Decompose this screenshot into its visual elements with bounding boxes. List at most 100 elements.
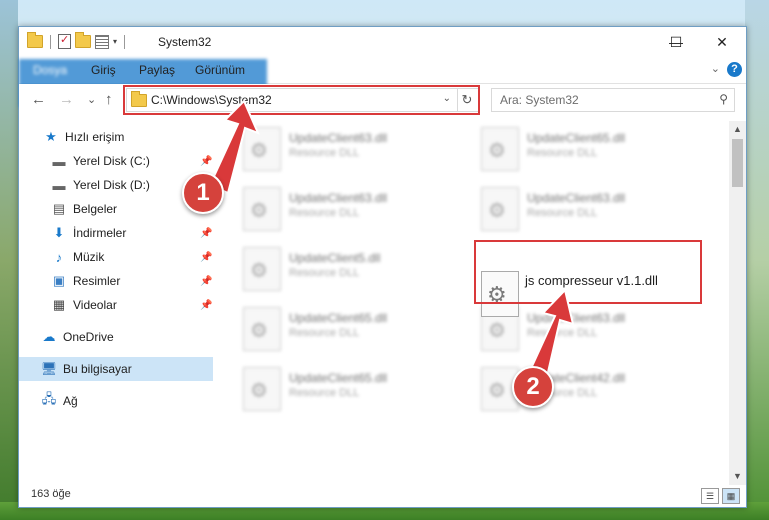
music-icon: ♪: [55, 249, 63, 265]
properties-icon[interactable]: [58, 33, 71, 49]
vertical-scrollbar[interactable]: ▲ ▼: [729, 121, 746, 485]
scroll-thumb[interactable]: [732, 139, 743, 187]
customize-toolbar-icon[interactable]: ▾: [113, 37, 117, 46]
list-item[interactable]: UpdateClient63.dll Resource DLL: [243, 185, 463, 233]
network-icon: 🖧: [41, 391, 57, 406]
sidebar-item-label: OneDrive: [63, 330, 114, 344]
sidebar-item-label: Hızlı erişim: [65, 130, 125, 144]
forward-button[interactable]: →: [59, 91, 74, 108]
tab-share[interactable]: Paylaş: [129, 59, 185, 81]
file-type: Resource DLL: [289, 147, 360, 159]
sidebar-item-label: Yerel Disk (D:): [73, 178, 150, 192]
dll-file-icon: [481, 271, 519, 317]
computer-icon: 🖥: [40, 361, 58, 376]
folder-icon: [27, 32, 43, 48]
file-name: UpdateClient65.dll: [527, 131, 626, 145]
search-box[interactable]: ⚲: [491, 88, 735, 112]
file-type: Resource DLL: [289, 267, 360, 279]
tab-home[interactable]: Giriş: [81, 59, 126, 81]
scroll-up-icon[interactable]: ▲: [729, 121, 746, 138]
file-name: js compresseur v1.1.dll: [525, 273, 658, 288]
file-list: UpdateClient63.dll Resource DLL UpdateCl…: [215, 121, 729, 481]
file-type: Resource DLL: [289, 387, 360, 399]
sidebar-item-local-disk-c[interactable]: ▬ Yerel Disk (C:) 📌: [19, 149, 213, 173]
list-item[interactable]: UpdateClient65.dll Resource DLL: [243, 365, 463, 413]
close-button[interactable]: ✕: [699, 27, 745, 57]
step-badge-2: 2: [512, 366, 554, 408]
sidebar-item-label: Resimler: [73, 274, 121, 288]
sidebar-item-music[interactable]: ♪ Müzik 📌: [19, 245, 213, 269]
file-name: UpdateClient65.dll: [289, 371, 388, 385]
sidebar-item-label: Ağ: [63, 394, 78, 408]
sidebar-item-downloads[interactable]: ⬇ İndirmeler 📌: [19, 221, 213, 245]
dll-file-icon: [243, 367, 281, 411]
dll-file-icon: [481, 187, 519, 231]
window-title: System32: [158, 35, 212, 49]
navigation-bar: ← → ⌄ ↑ C:\Windows\System32 ⌄ ↻ ⚲: [19, 84, 746, 116]
sidebar-item-pictures[interactable]: ▣ Resimler 📌: [19, 269, 213, 293]
quick-access-toolbar: ▾: [27, 32, 128, 49]
sidebar-item-quick-access[interactable]: ★ Hızlı erişim: [19, 125, 213, 149]
list-item[interactable]: UpdateClient63.dll Resource DLL: [243, 125, 463, 173]
maximize-button[interactable]: ☐: [653, 27, 699, 57]
list-item[interactable]: UpdateClient63.dll Resource DLL: [481, 185, 701, 233]
file-type: Resource DLL: [527, 207, 598, 219]
sidebar-item-label: Videolar: [73, 298, 117, 312]
file-name: UpdateClient65.dll: [289, 311, 388, 325]
file-type: Resource DLL: [289, 207, 360, 219]
folder-icon: [131, 91, 147, 107]
toolbar-separator: [124, 34, 126, 49]
status-bar: 163 öğe ☰ ▦: [19, 485, 746, 507]
sidebar-item-label: Belgeler: [73, 202, 118, 216]
desktop-background-right: [745, 0, 769, 520]
recent-locations-button[interactable]: ⌄: [87, 93, 96, 106]
drive-icon: ▬: [52, 177, 66, 193]
dll-file-icon: [243, 127, 281, 171]
pin-icon: 📌: [200, 275, 213, 287]
address-dropdown-icon[interactable]: ⌄: [443, 93, 451, 104]
back-button[interactable]: ←: [31, 91, 46, 108]
dll-file-icon: [243, 307, 281, 351]
expand-ribbon-icon[interactable]: ⌄: [711, 62, 720, 75]
step-badge-1: 1: [182, 172, 224, 214]
downloads-icon: ⬇: [53, 225, 65, 240]
pin-icon: 📌: [200, 251, 213, 263]
dll-file-icon: [481, 127, 519, 171]
refresh-button[interactable]: ↻: [456, 88, 479, 112]
sidebar-item-network[interactable]: 🖧 Ağ: [19, 389, 213, 413]
title-bar: ▾ System32 —: [19, 27, 746, 57]
videos-icon: ▦: [52, 297, 66, 312]
star-icon: ★: [45, 129, 57, 144]
sidebar-item-label: Yerel Disk (C:): [73, 154, 150, 168]
address-path[interactable]: C:\Windows\System32: [151, 93, 272, 107]
pictures-icon: ▣: [52, 273, 66, 288]
sidebar-item-this-pc[interactable]: 🖥 Bu bilgisayar: [19, 357, 213, 381]
sidebar-item-onedrive[interactable]: ☁ OneDrive: [19, 325, 213, 349]
sidebar-item-label: Bu bilgisayar: [63, 362, 132, 376]
search-icon[interactable]: ⚲: [719, 92, 728, 106]
view-options-icon[interactable]: [95, 34, 109, 49]
target-dll-file[interactable]: js compresseur v1.1.dll: [477, 271, 697, 326]
file-type: Resource DLL: [289, 327, 360, 339]
help-icon[interactable]: ?: [727, 62, 742, 77]
list-item[interactable]: UpdateClient5.dll Resource DLL: [243, 245, 463, 293]
pin-icon: 📌: [200, 227, 213, 239]
file-type: Resource DLL: [527, 147, 598, 159]
list-item[interactable]: UpdateClient65.dll Resource DLL: [243, 305, 463, 353]
large-icons-view-icon[interactable]: ▦: [722, 488, 740, 504]
dll-file-icon: [243, 187, 281, 231]
scroll-down-icon[interactable]: ▼: [729, 468, 746, 485]
file-type: Resource DLL: [527, 327, 598, 339]
list-item[interactable]: UpdateClient65.dll Resource DLL: [481, 125, 701, 173]
file-name: UpdateClient63.dll: [289, 131, 388, 145]
search-input[interactable]: [498, 91, 702, 109]
new-folder-icon[interactable]: [75, 32, 91, 48]
address-bar[interactable]: C:\Windows\System32 ⌄: [126, 88, 458, 112]
up-button[interactable]: ↑: [105, 91, 113, 108]
file-name: UpdateClient5.dll: [289, 251, 381, 265]
sidebar-item-label: Müzik: [73, 250, 105, 264]
sidebar-item-videos[interactable]: ▦ Videolar 📌: [19, 293, 213, 317]
tab-view[interactable]: Görünüm: [185, 59, 255, 81]
details-view-icon[interactable]: ☰: [701, 488, 719, 504]
pin-icon: 📌: [200, 155, 213, 167]
